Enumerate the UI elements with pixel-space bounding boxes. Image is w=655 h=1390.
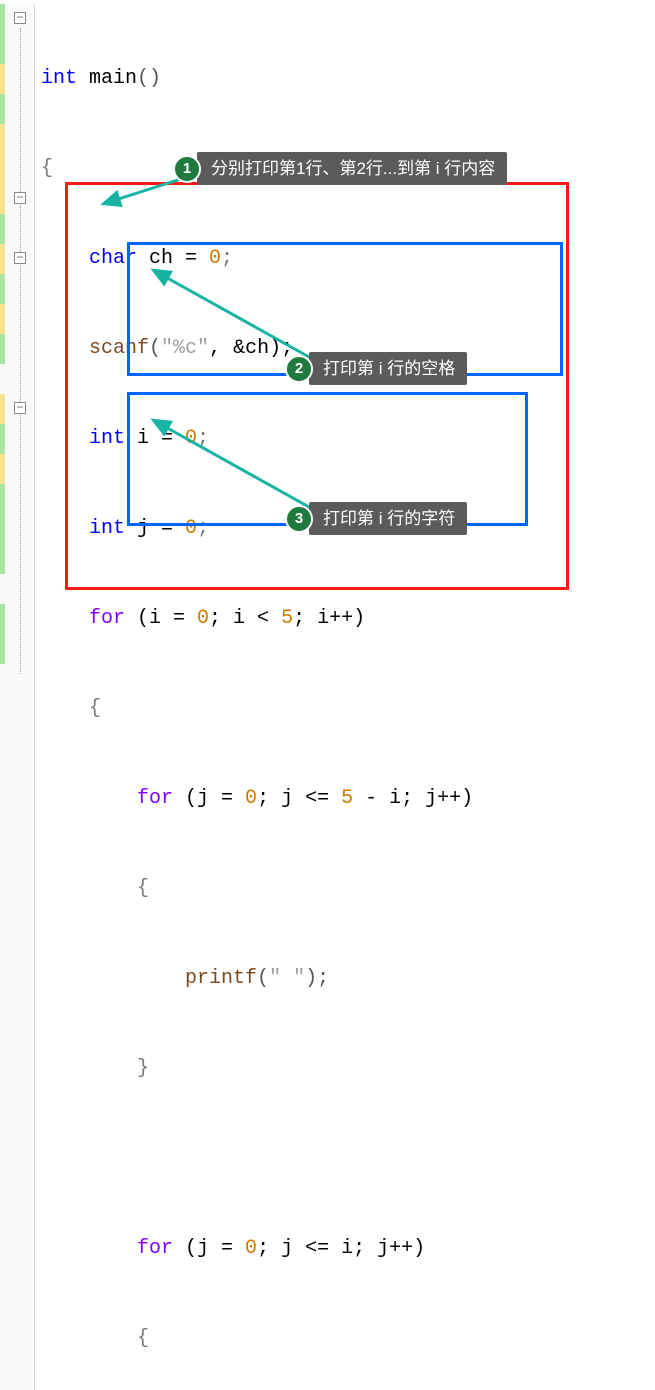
- code-line: for (i = 0; i < 5; i++): [41, 604, 655, 634]
- fold-toggle[interactable]: −: [14, 252, 26, 264]
- code-line: [41, 1144, 655, 1174]
- code-line: int i = 0;: [41, 424, 655, 454]
- code-line: for (j = 0; j <= 5 - i; j++): [41, 784, 655, 814]
- code-line: char ch = 0;: [41, 244, 655, 274]
- code-editor: − − − − int main() { char ch = 0;: [0, 0, 655, 1390]
- fold-toggle[interactable]: −: [14, 192, 26, 204]
- highlight-box-inner-2: [127, 392, 528, 526]
- code-line: {: [41, 1324, 655, 1354]
- code-line: int j = 0;: [41, 514, 655, 544]
- code-line: {: [41, 694, 655, 724]
- code-line: {: [41, 154, 655, 184]
- code-area: int main() { char ch = 0; scanf("%c", &c…: [35, 4, 655, 1390]
- code-line: scanf("%c", &ch);: [41, 334, 655, 364]
- code-line: int main(): [41, 64, 655, 94]
- code-line: }: [41, 1054, 655, 1084]
- fold-toggle[interactable]: −: [14, 402, 26, 414]
- fold-toggle[interactable]: −: [14, 12, 26, 24]
- code-line: {: [41, 874, 655, 904]
- gutter: − − − −: [0, 4, 35, 1390]
- code-line: for (j = 0; j <= i; j++): [41, 1234, 655, 1264]
- code-line: printf(" ");: [41, 964, 655, 994]
